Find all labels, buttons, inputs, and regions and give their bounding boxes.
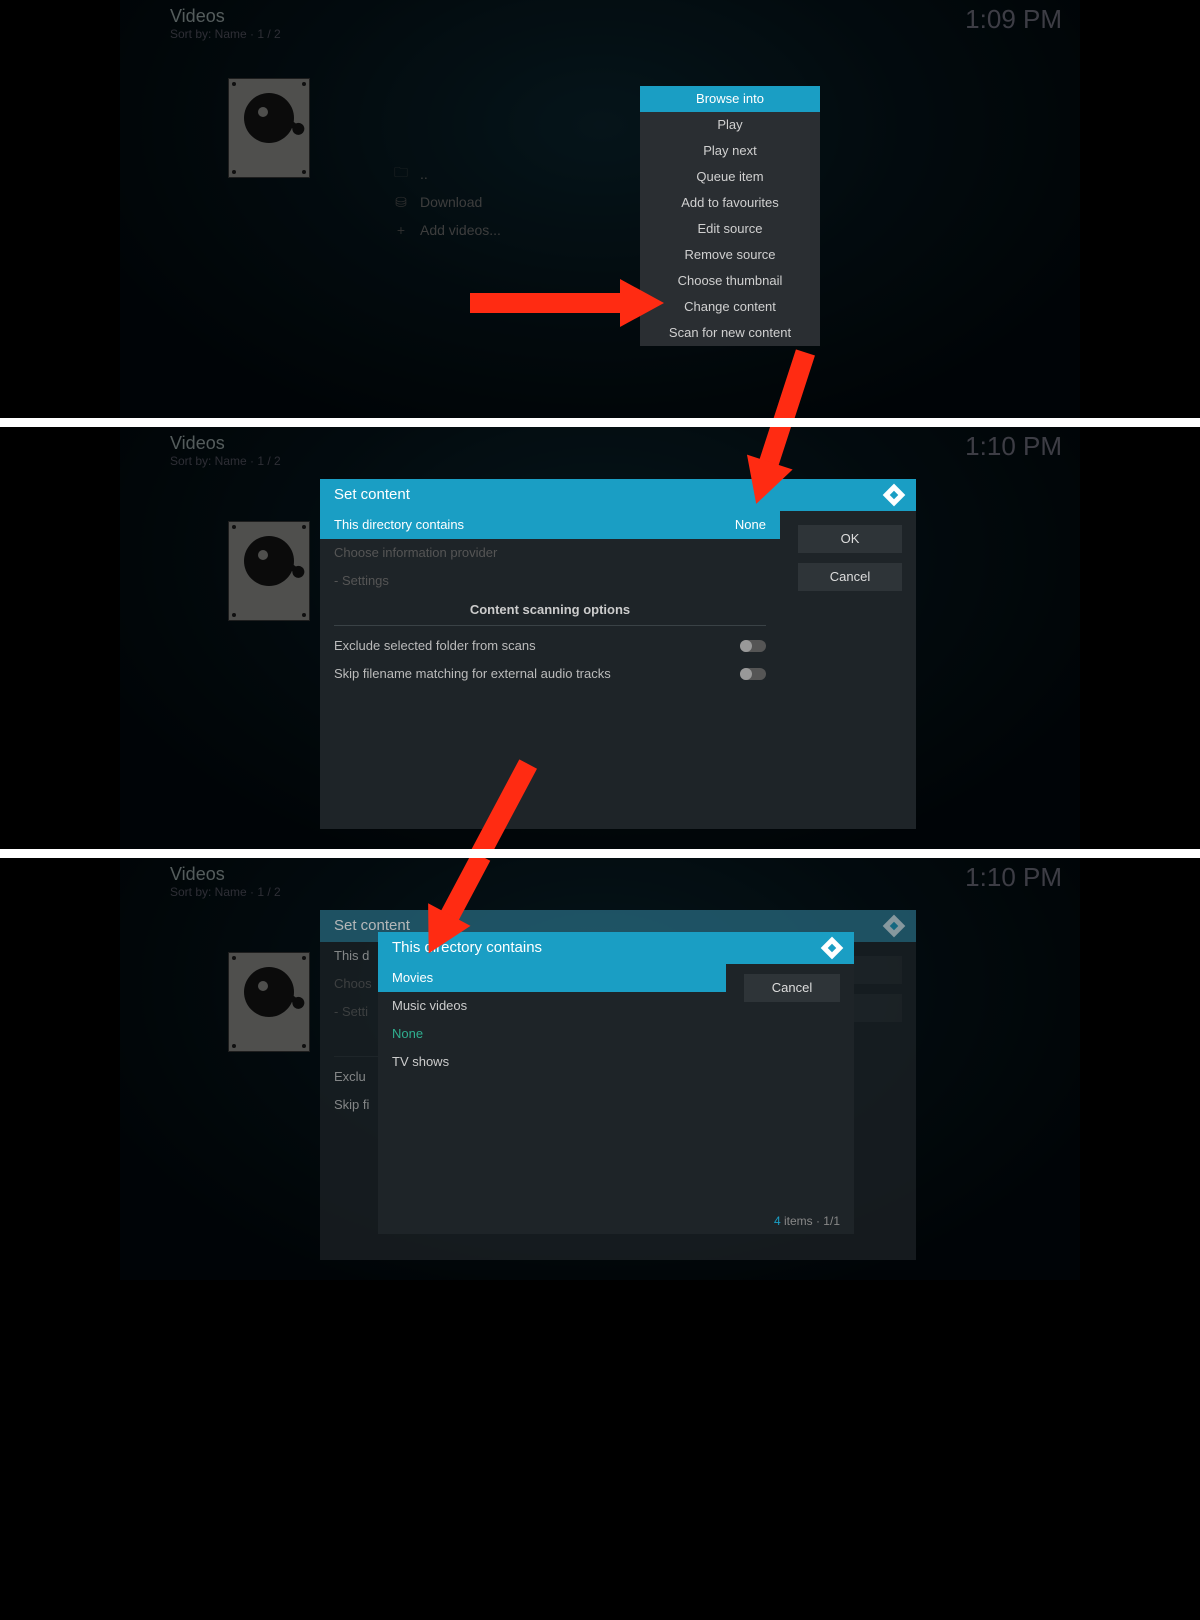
dialog-buttons: OK Cancel — [798, 525, 902, 591]
menu-change-content[interactable]: Change content — [640, 294, 820, 320]
page-title: Videos — [170, 6, 281, 27]
option-music-videos[interactable]: Music videos — [378, 992, 726, 1020]
kodi-icon — [821, 937, 844, 960]
list-item[interactable]: +Add videos... — [394, 216, 624, 244]
option-movies[interactable]: Movies — [378, 964, 726, 992]
item-count: 4 items · 1/1 — [774, 1214, 840, 1228]
list-item[interactable]: ⛁Download — [394, 188, 624, 216]
file-list: 🗀.. ⛁Download +Add videos... — [394, 160, 624, 244]
row-directory-contains[interactable]: This directory contains None — [320, 511, 780, 539]
folder-up-icon: 🗀 — [394, 162, 408, 186]
kodi-icon — [883, 484, 906, 507]
kodi-icon — [883, 915, 906, 938]
toggle-icon[interactable] — [740, 668, 766, 680]
disk-icon — [228, 521, 310, 621]
clock: 1:09 PM — [965, 4, 1062, 35]
row-information-provider[interactable]: Choose information provider — [320, 539, 780, 567]
option-none[interactable]: None — [378, 1020, 726, 1048]
dialog-header: Set content — [320, 479, 916, 511]
panel-3: Videos Sort by: Name · 1 / 2 1:10 PM Set… — [120, 858, 1080, 1280]
menu-browse-into[interactable]: Browse into — [640, 86, 820, 112]
toggle-icon[interactable] — [740, 640, 766, 652]
menu-play[interactable]: Play — [640, 112, 820, 138]
menu-edit-source[interactable]: Edit source — [640, 216, 820, 242]
set-content-dialog: Set content This directory contains None… — [320, 479, 916, 829]
menu-scan-new-content[interactable]: Scan for new content — [640, 320, 820, 346]
menu-choose-thumbnail[interactable]: Choose thumbnail — [640, 268, 820, 294]
option-tv-shows[interactable]: TV shows — [378, 1048, 726, 1076]
directory-contains-value: None — [735, 511, 766, 539]
menu-remove-source[interactable]: Remove source — [640, 242, 820, 268]
disk-icon — [228, 952, 310, 1052]
menu-queue-item[interactable]: Queue item — [640, 164, 820, 190]
dialog-header: This directory contains — [378, 932, 854, 964]
ok-button[interactable]: OK — [798, 525, 902, 553]
page-title: Videos — [170, 864, 281, 885]
cancel-button[interactable]: Cancel — [798, 563, 902, 591]
page-title: Videos — [170, 433, 281, 454]
header: Videos Sort by: Name · 1 / 2 — [170, 864, 281, 899]
dialog-title: Set content — [334, 479, 410, 511]
panel-2: Videos Sort by: Name · 1 / 2 1:10 PM Set… — [120, 427, 1080, 849]
header: Videos Sort by: Name · 1 / 2 — [170, 433, 281, 468]
sort-info: Sort by: Name · 1 / 2 — [170, 885, 281, 899]
row-exclude-folder[interactable]: Exclude selected folder from scans — [320, 632, 780, 660]
header: Videos Sort by: Name · 1 / 2 — [170, 6, 281, 41]
directory-contains-dialog: This directory contains Movies Music vid… — [378, 932, 854, 1234]
plus-icon: + — [394, 222, 408, 238]
clock: 1:10 PM — [965, 862, 1062, 893]
arrow-annotation — [720, 350, 880, 418]
disk-icon — [228, 78, 310, 178]
list-item[interactable]: 🗀.. — [394, 160, 624, 188]
menu-add-favourites[interactable]: Add to favourites — [640, 190, 820, 216]
context-menu: Browse into Play Play next Queue item Ad… — [640, 86, 820, 346]
clock: 1:10 PM — [965, 431, 1062, 462]
panel-1: Videos Sort by: Name · 1 / 2 1:09 PM 🗀..… — [120, 0, 1080, 418]
menu-play-next[interactable]: Play next — [640, 138, 820, 164]
dialog-title: This directory contains — [392, 932, 542, 964]
row-skip-filename[interactable]: Skip filename matching for external audi… — [320, 660, 780, 688]
sort-info: Sort by: Name · 1 / 2 — [170, 27, 281, 41]
disk-icon-small: ⛁ — [394, 194, 408, 211]
section-content-scanning: Content scanning options — [334, 595, 766, 626]
sort-info: Sort by: Name · 1 / 2 — [170, 454, 281, 468]
row-settings[interactable]: - Settings — [320, 567, 780, 595]
cancel-button[interactable]: Cancel — [744, 974, 840, 1002]
